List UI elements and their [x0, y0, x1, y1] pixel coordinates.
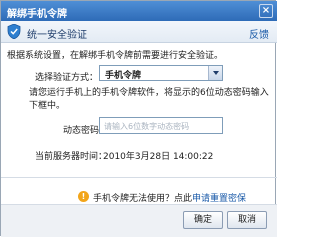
method-selected-value: 手机令牌 — [105, 71, 142, 81]
separator — [1, 177, 277, 178]
ok-button[interactable]: 确定 — [183, 211, 223, 229]
verification-method-select[interactable]: 手机令牌 — [99, 65, 223, 81]
shield-icon — [7, 24, 21, 39]
feedback-link[interactable]: 反馈 — [249, 26, 269, 41]
intro-text: 根据系统设置，在解绑手机令牌前需要进行安全验证。 — [7, 51, 224, 61]
window-title: 解绑手机令牌 — [7, 9, 67, 20]
title-bar[interactable]: 解绑手机令牌 × — [1, 1, 277, 21]
method-label: 选择验证方式： — [35, 73, 99, 83]
button-bar: 确定 取消 — [1, 204, 277, 237]
help-text: 手机令牌无法使用？点此申请重置密保 — [93, 191, 246, 204]
close-icon[interactable]: × — [259, 4, 273, 18]
server-time-label: 当前服务器时间： — [35, 152, 108, 162]
dialog-window: 解绑手机令牌 × 统一安全验证 反馈 根据系统设置，在解绑手机令牌前需要进行安全… — [0, 0, 277, 237]
verification-header: 统一安全验证 反馈 — [1, 21, 277, 43]
reset-security-link[interactable]: 申请重置密保 — [192, 194, 246, 204]
server-time-value: 2010年3月28日 14:00:22 — [103, 152, 214, 162]
help-prompt: 手机令牌无法使用？点此 — [93, 194, 193, 204]
chevron-down-icon[interactable] — [208, 66, 222, 80]
help-icon: ! — [78, 191, 89, 202]
dynamic-code-input[interactable]: 请输入6位数字动态密码 — [99, 117, 223, 134]
instruction-text: 请您运行手机上的手机令牌软件，将显示的6位动态密码输入下框中。 — [29, 88, 269, 111]
header-title: 统一安全验证 — [27, 30, 87, 41]
cancel-button[interactable]: 取消 — [227, 211, 267, 229]
